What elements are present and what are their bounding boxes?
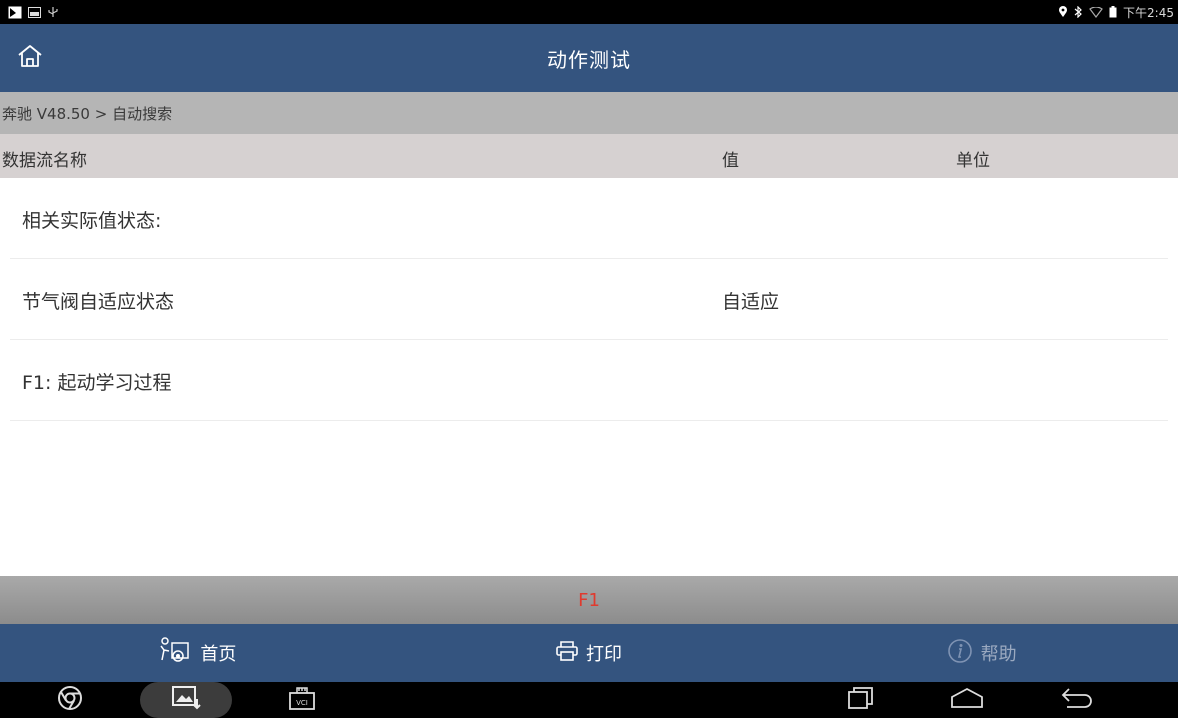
vci-icon: VCI: [288, 685, 316, 715]
screen: 下午2:45 动作测试 奔驰 V48.50 > 自动搜索 数据流名称 值 单位 …: [0, 0, 1178, 718]
home-button[interactable]: [12, 40, 48, 76]
image-notification-icon: [28, 6, 41, 18]
status-bar: 下午2:45: [0, 0, 1178, 24]
list-item[interactable]: F1: 起动学习过程: [10, 340, 1168, 421]
home-nav-icon: [950, 687, 984, 713]
home-nav-button[interactable]: [942, 682, 992, 718]
f1-function-button[interactable]: F1: [0, 576, 1178, 624]
bottom-toolbar: 首页 打印 帮助: [0, 624, 1178, 682]
page-title: 动作测试: [547, 47, 631, 72]
vci-button[interactable]: VCI: [282, 682, 322, 718]
home-page-button[interactable]: 首页: [0, 624, 393, 682]
car-home-icon: [156, 636, 192, 671]
title-bar: 动作测试: [0, 24, 1178, 92]
android-nav-bar: VCI: [0, 682, 1178, 718]
column-header-unit: 单位: [956, 151, 990, 171]
help-button[interactable]: 帮助: [785, 624, 1178, 682]
column-header: 数据流名称 值 单位: [0, 134, 1178, 178]
status-bar-left: [8, 6, 59, 19]
svg-text:VCI: VCI: [296, 699, 308, 707]
battery-icon: [1109, 6, 1117, 18]
gallery-button[interactable]: [140, 682, 232, 718]
home-icon: [17, 44, 43, 72]
row-value: 自适应: [722, 291, 780, 313]
back-icon: [1061, 687, 1093, 713]
wifi-icon: [1089, 6, 1103, 18]
status-time: 下午2:45: [1123, 5, 1174, 20]
row-name: 节气阀自适应状态: [22, 291, 175, 313]
gallery-icon: [171, 685, 201, 715]
chrome-button[interactable]: [50, 682, 90, 718]
chrome-icon: [57, 685, 83, 715]
bluetooth-icon: [1074, 6, 1083, 18]
printer-icon: [556, 640, 578, 666]
back-button[interactable]: [1052, 682, 1102, 718]
print-button[interactable]: 打印: [393, 624, 786, 682]
f1-label: F1: [578, 589, 600, 611]
info-icon: [947, 638, 973, 669]
help-label: 帮助: [980, 644, 1017, 665]
list-item[interactable]: 节气阀自适应状态 自适应: [10, 259, 1168, 340]
data-stream-list: 相关实际值状态: 节气阀自适应状态 自适应 F1: 起动学习过程: [0, 178, 1178, 421]
breadcrumb: 奔驰 V48.50 > 自动搜索: [0, 92, 1178, 134]
location-icon: [1058, 6, 1068, 18]
usb-icon: [47, 6, 59, 18]
recent-apps-icon: [847, 686, 875, 714]
row-name: 相关实际值状态:: [22, 210, 162, 232]
recent-apps-button[interactable]: [836, 682, 886, 718]
notification-icon: [8, 6, 22, 19]
column-header-name: 数据流名称: [2, 151, 87, 171]
print-label: 打印: [586, 644, 622, 665]
row-name: F1: 起动学习过程: [22, 372, 172, 394]
status-bar-right: 下午2:45: [1058, 4, 1174, 21]
list-item[interactable]: 相关实际值状态:: [10, 178, 1168, 259]
home-page-label: 首页: [200, 644, 237, 665]
column-header-value: 值: [722, 151, 739, 171]
